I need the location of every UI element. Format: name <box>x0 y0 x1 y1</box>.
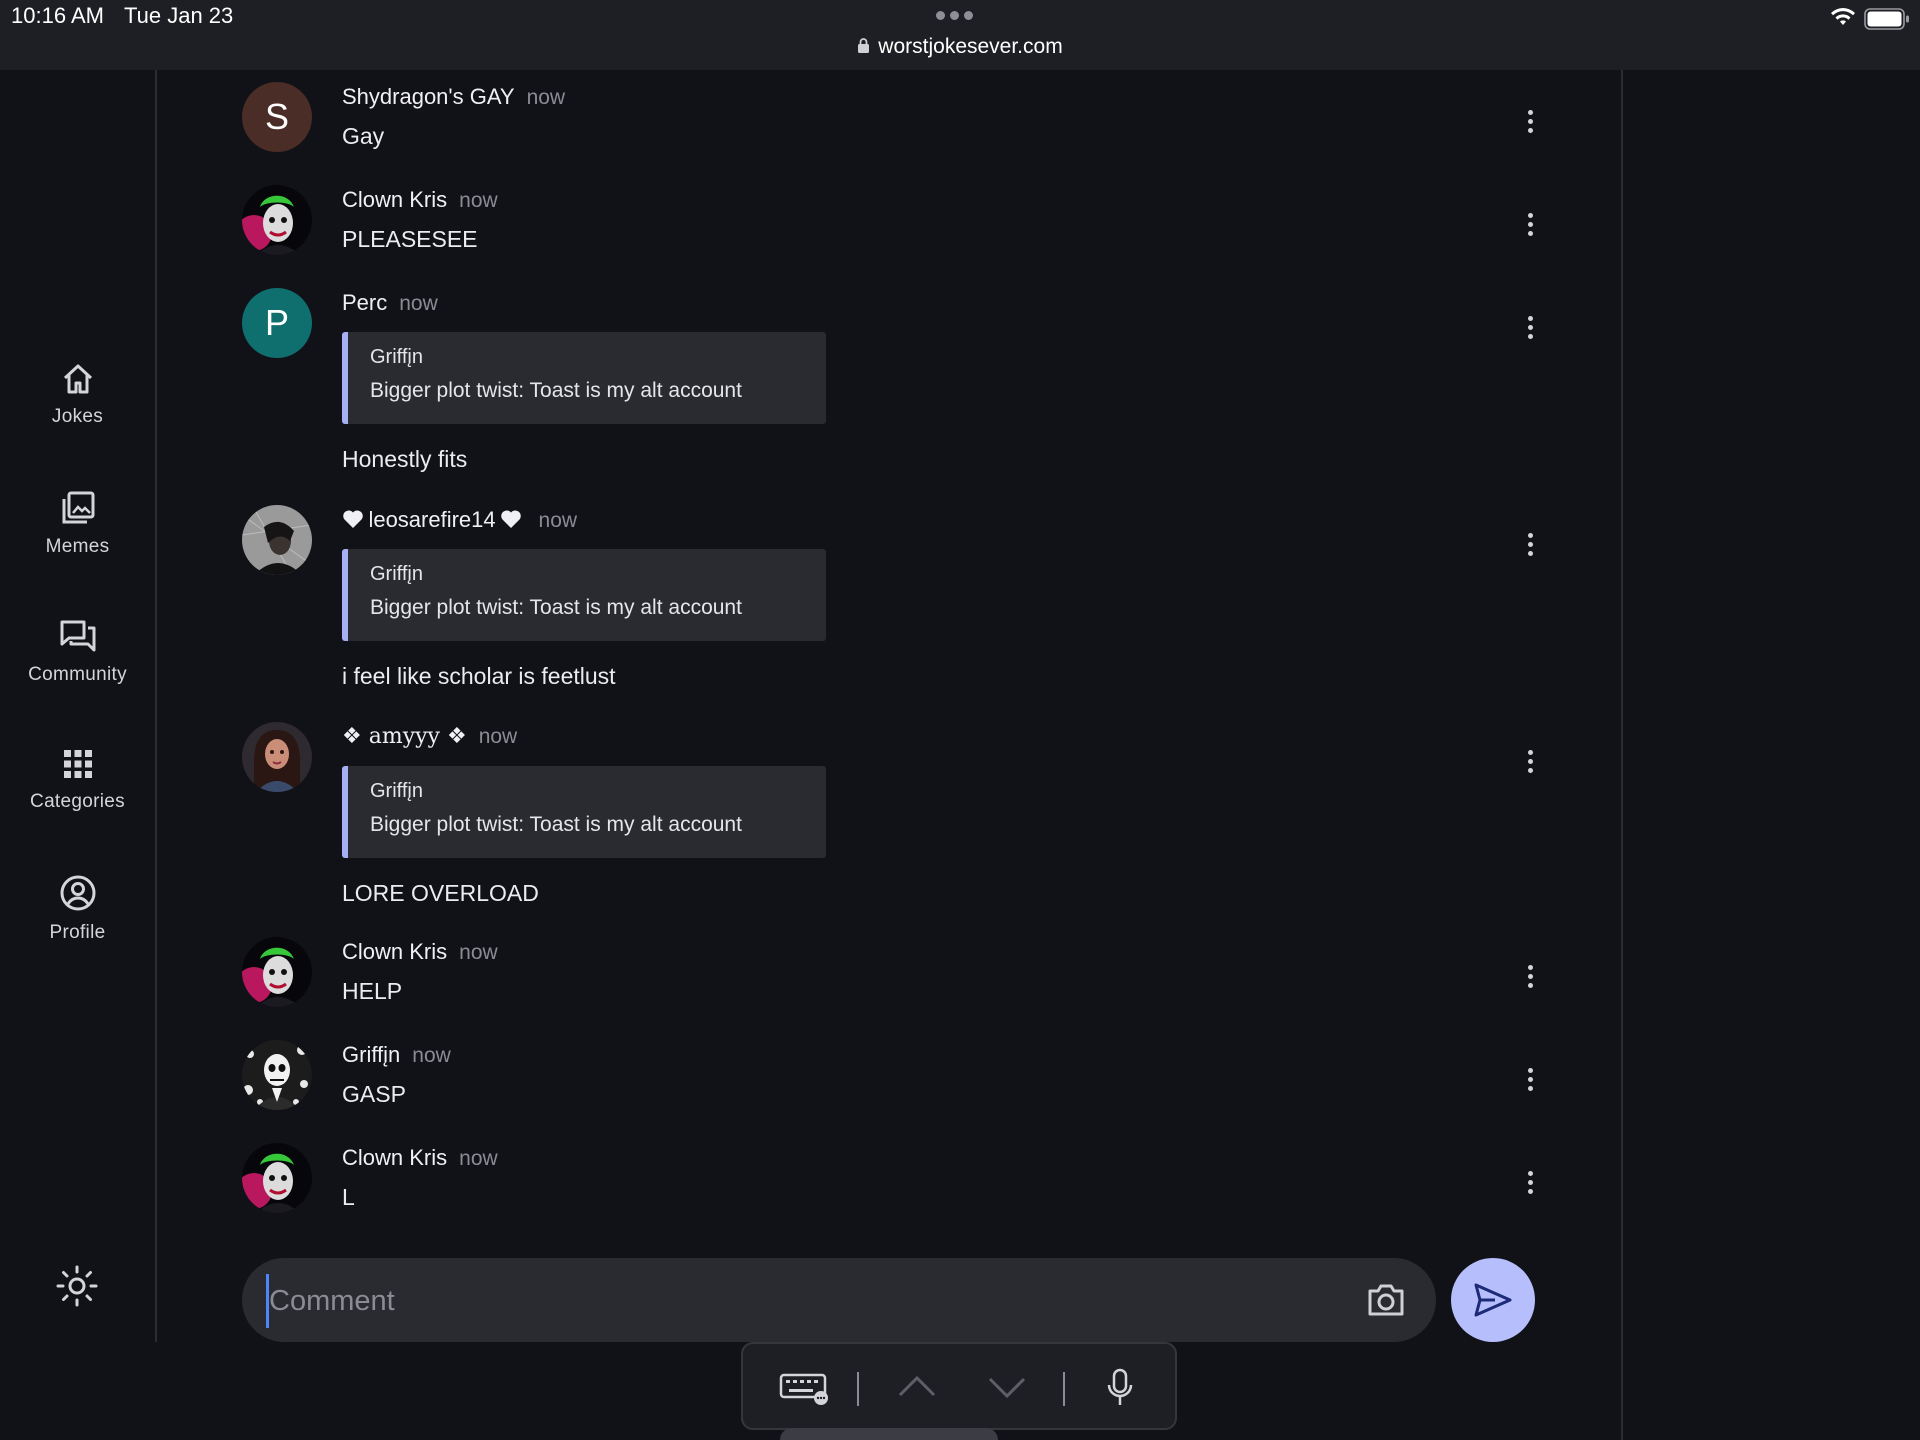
keyboard-accessory-bar <box>741 1342 1177 1430</box>
quote-text: Bigger plot twist: Toast is my alt accou… <box>370 596 742 619</box>
avatar[interactable] <box>242 505 312 575</box>
send-button[interactable] <box>1451 1258 1535 1342</box>
comment-input[interactable] <box>266 1274 1351 1328</box>
sidebar-item-jokes[interactable]: Jokes <box>0 362 155 428</box>
home-icon <box>63 364 92 394</box>
camera-icon <box>1368 1284 1404 1316</box>
divider <box>1621 70 1623 1440</box>
more-options-icon[interactable] <box>1520 750 1540 780</box>
camera-button[interactable] <box>1366 1282 1406 1323</box>
apps-grid-icon <box>63 750 92 778</box>
comment-timestamp: now <box>399 292 438 315</box>
sidebar-item-label: Categories <box>30 791 125 812</box>
comment-author[interactable]: Clown Kris <box>342 939 447 964</box>
comment-author[interactable]: Shydragon's GAY <box>342 84 515 109</box>
avatar-letter: P <box>264 302 289 343</box>
comment-timestamp: now <box>459 1147 498 1170</box>
comment-timestamp: now <box>538 509 578 532</box>
forum-icon <box>60 620 95 652</box>
sidebar-item-label: Memes <box>45 536 110 557</box>
sun-icon <box>56 1265 98 1307</box>
heart-icon <box>501 510 521 528</box>
comment-author[interactable]: ❖ amyyy ❖ <box>342 724 467 749</box>
comments-feed: S Shydragon's GAY now Gay Clown Kris now P… <box>157 70 1621 1440</box>
keyboard-handle <box>780 1428 998 1440</box>
status-date: Tue Jan 23 <box>124 3 234 28</box>
sidebar-item-community[interactable]: Community <box>0 618 155 686</box>
theme-toggle-button[interactable] <box>55 1264 99 1313</box>
comment-timestamp: now <box>478 725 518 748</box>
comment-text: i feel like scholar is feetlust <box>342 663 616 689</box>
microphone-icon[interactable] <box>1107 1368 1133 1408</box>
comment-author[interactable]: leosarefire14 <box>368 507 495 532</box>
avatar[interactable] <box>242 937 312 1007</box>
more-options-icon[interactable] <box>1520 110 1540 140</box>
comment-text: L <box>342 1184 355 1210</box>
quote-author: Griffįn <box>370 780 423 802</box>
quoted-reply[interactable]: Griffįn Bigger plot twist: Toast is my a… <box>342 549 826 641</box>
quoted-reply[interactable]: Griffįn Bigger plot twist: Toast is my a… <box>342 766 826 858</box>
comment-text: LORE OVERLOAD <box>342 880 539 906</box>
quoted-reply[interactable]: Griffįn Bigger plot twist: Toast is my a… <box>342 332 826 424</box>
comment-timestamp: now <box>459 941 498 964</box>
comment-author[interactable]: Clown Kris <box>342 187 447 212</box>
comment-timestamp: now <box>459 189 498 212</box>
more-options-icon[interactable] <box>1520 1068 1540 1098</box>
address-url: worstjokesever.com <box>878 35 1063 58</box>
sidebar-item-profile[interactable]: Profile <box>0 874 155 944</box>
comment-text: PLEASESEE <box>342 226 478 252</box>
avatar[interactable]: P <box>242 288 312 358</box>
avatar[interactable]: S <box>242 82 312 152</box>
comment-author[interactable]: Clown Kris <box>342 1145 447 1170</box>
comment-composer <box>242 1258 1436 1342</box>
avatar[interactable] <box>242 1143 312 1213</box>
sidebar-item-label: Profile <box>49 922 106 943</box>
comment-author[interactable]: Perc <box>342 290 387 315</box>
status-bar: 10:16 AM Tue Jan 23 worstjokesever.com <box>0 0 1920 70</box>
quote-author: Griffįn <box>370 563 423 585</box>
comment-text: GASP <box>342 1081 406 1107</box>
sidebar-nav: Jokes Memes Community Categories Profile <box>0 70 157 1342</box>
quote-text: Bigger plot twist: Toast is my alt accou… <box>370 379 742 402</box>
avatar[interactable] <box>242 185 312 255</box>
keyboard-icon[interactable] <box>779 1372 831 1406</box>
battery-icon <box>1864 8 1909 30</box>
sidebar-item-label: Jokes <box>51 406 104 427</box>
sidebar-item-memes[interactable]: Memes <box>0 490 155 558</box>
avatar-letter: S <box>264 96 289 137</box>
send-icon <box>1474 1283 1512 1317</box>
address-bar[interactable]: worstjokesever.com <box>0 35 1920 59</box>
more-options-icon[interactable] <box>1520 533 1540 563</box>
wifi-icon <box>1831 8 1855 25</box>
chevron-up-icon[interactable] <box>897 1374 937 1398</box>
comment-author[interactable]: Griffįn <box>342 1042 400 1067</box>
comment-text: Honestly fits <box>342 446 468 472</box>
heart-icon <box>343 510 363 528</box>
comment-text: HELP <box>342 978 403 1004</box>
status-time: 10:16 AM <box>11 3 104 28</box>
sidebar-item-categories[interactable]: Categories <box>0 747 155 813</box>
avatar[interactable] <box>242 1040 312 1110</box>
quote-author: Griffįn <box>370 346 423 368</box>
more-options-icon[interactable] <box>1520 965 1540 995</box>
comment-timestamp: now <box>412 1044 451 1067</box>
sidebar-item-label: Community <box>28 664 127 685</box>
lock-icon <box>858 38 870 53</box>
avatar[interactable] <box>242 722 312 792</box>
comment-text: Gay <box>342 123 385 149</box>
comment-timestamp: now <box>526 86 566 109</box>
chevron-down-icon[interactable] <box>987 1376 1027 1400</box>
images-icon <box>62 491 94 524</box>
quote-text: Bigger plot twist: Toast is my alt accou… <box>370 813 742 836</box>
more-options-icon[interactable] <box>1520 213 1540 243</box>
account-circle-icon <box>60 875 95 911</box>
more-options-icon[interactable] <box>1520 316 1540 346</box>
multitasking-dots-icon[interactable] <box>936 11 973 20</box>
more-options-icon[interactable] <box>1520 1171 1540 1201</box>
